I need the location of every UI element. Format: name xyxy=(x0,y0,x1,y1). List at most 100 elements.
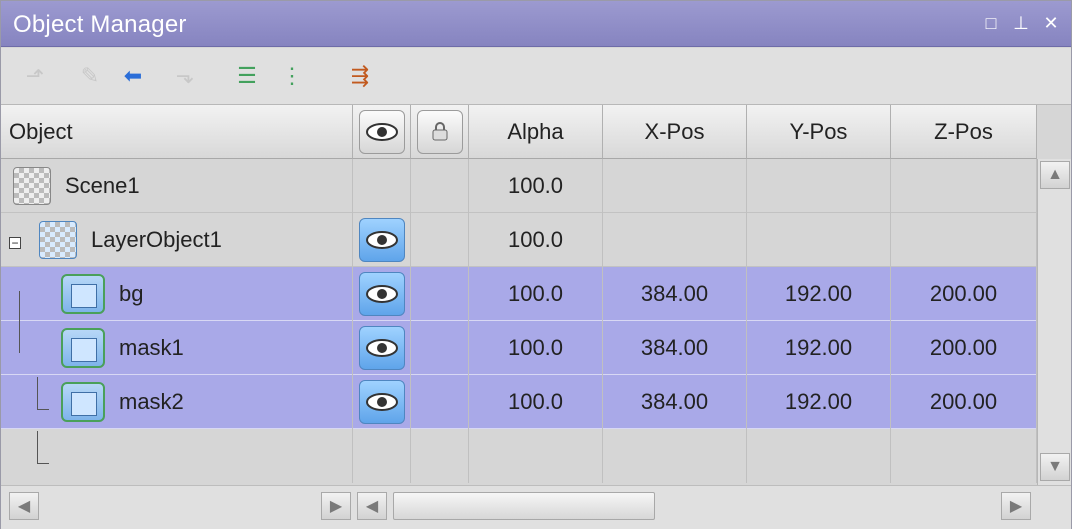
column-header-alpha-label: Alpha xyxy=(507,118,564,144)
ypos-cell[interactable] xyxy=(747,213,891,267)
visible-cell[interactable] xyxy=(353,159,411,213)
lock-cell[interactable] xyxy=(411,159,469,213)
alpha-cell[interactable]: 100.0 xyxy=(469,267,603,321)
scene-icon xyxy=(13,167,51,205)
eye-icon xyxy=(358,109,405,154)
zpos-cell[interactable] xyxy=(891,159,1037,213)
eye-icon xyxy=(358,380,405,424)
column-header-ypos-label: Y-Pos xyxy=(789,118,848,144)
lock-cell[interactable] xyxy=(411,321,469,375)
object-table: Object Alpha X-Pos Y-Pos Z-Pos Scene1 10… xyxy=(1,105,1037,485)
tree-line xyxy=(37,431,38,463)
column-header-ypos[interactable]: Y-Pos xyxy=(747,105,891,159)
object-cell[interactable]: − LayerObject1 xyxy=(1,213,353,267)
table-row[interactable]: bg 100.0 384.00 192.00 200.00 xyxy=(1,267,1037,321)
collapse-toggle[interactable]: − xyxy=(9,237,21,249)
alpha-cell[interactable]: 100.0 xyxy=(469,213,603,267)
object-name: bg xyxy=(119,281,144,306)
xpos-cell[interactable]: 384.00 xyxy=(603,267,747,321)
edit-button[interactable]: ✎ xyxy=(76,62,104,90)
column-header-zpos[interactable]: Z-Pos xyxy=(891,105,1037,159)
table-row[interactable]: Scene1 100.0 xyxy=(1,159,1037,213)
column-header-visible[interactable] xyxy=(353,105,411,159)
zpos-cell[interactable] xyxy=(891,213,1037,267)
object-name: mask2 xyxy=(119,389,184,414)
close-button[interactable]: ✕ xyxy=(1041,13,1061,33)
visible-cell[interactable] xyxy=(353,375,411,429)
horizontal-scrollbar[interactable]: ◀ ▶ ◀ ▶ xyxy=(1,485,1071,529)
object-cell[interactable]: mask2 xyxy=(1,375,353,429)
empty-cell xyxy=(891,429,1037,483)
scroll-down-button[interactable]: ▼ xyxy=(1040,453,1070,481)
object-cell[interactable]: mask1 xyxy=(1,321,353,375)
table-row[interactable] xyxy=(1,429,1037,485)
object-name: Scene1 xyxy=(65,173,140,198)
list-button[interactable]: ⋮ xyxy=(278,62,306,90)
move-up-button[interactable]: ⬏ xyxy=(21,62,49,90)
list-icon: ⋮ xyxy=(281,63,303,88)
visible-cell[interactable] xyxy=(353,213,411,267)
right-pane-scroll-right-button[interactable]: ▶ xyxy=(1001,492,1031,520)
left-pane-scroll-right-button[interactable]: ▶ xyxy=(321,492,351,520)
pin-button[interactable]: ⊥ xyxy=(1011,13,1031,33)
lock-cell[interactable] xyxy=(411,375,469,429)
empty-cell xyxy=(469,429,603,483)
right-pane-scroll-left-button[interactable]: ◀ xyxy=(357,492,387,520)
alpha-cell[interactable]: 100.0 xyxy=(469,321,603,375)
lock-cell[interactable] xyxy=(411,213,469,267)
close-icon: ✕ xyxy=(1043,12,1059,33)
eye-icon xyxy=(358,218,405,262)
alpha-cell[interactable]: 100.0 xyxy=(469,375,603,429)
merge-icon: ⇶ xyxy=(350,63,370,88)
xpos-cell[interactable] xyxy=(603,213,747,267)
xpos-cell[interactable] xyxy=(603,159,747,213)
object-icon xyxy=(61,274,105,314)
tree-button[interactable]: ☰ xyxy=(233,62,261,90)
column-header-xpos[interactable]: X-Pos xyxy=(603,105,747,159)
object-name: LayerObject1 xyxy=(91,227,222,252)
right-arrow-icon: ▶ xyxy=(329,498,343,515)
table-row[interactable]: − LayerObject1 100.0 xyxy=(1,213,1037,267)
empty-cell xyxy=(747,429,891,483)
left-pane-scroll-left-button[interactable]: ◀ xyxy=(9,492,39,520)
xpos-cell[interactable]: 384.00 xyxy=(603,321,747,375)
alpha-cell[interactable]: 100.0 xyxy=(469,159,603,213)
back-button[interactable]: ⬅ xyxy=(119,62,147,90)
tree-line xyxy=(19,291,20,353)
merge-button[interactable]: ⇶ xyxy=(346,62,374,90)
move-down-button[interactable]: ⬎ xyxy=(171,62,199,90)
lock-icon xyxy=(416,109,463,154)
ypos-cell[interactable] xyxy=(747,159,891,213)
zpos-cell[interactable]: 200.00 xyxy=(891,267,1037,321)
edit-icon: ✎ xyxy=(80,63,100,88)
table-row[interactable]: mask2 100.0 384.00 192.00 200.00 xyxy=(1,375,1037,429)
scroll-up-button[interactable]: ▲ xyxy=(1040,161,1070,189)
ypos-cell[interactable]: 192.00 xyxy=(747,321,891,375)
table-row[interactable]: mask1 100.0 384.00 192.00 200.00 xyxy=(1,321,1037,375)
vertical-scrollbar[interactable]: ▲ ▼ xyxy=(1037,159,1071,485)
column-header-xpos-label: X-Pos xyxy=(644,118,705,144)
visible-cell[interactable] xyxy=(353,321,411,375)
ypos-cell[interactable]: 192.00 xyxy=(747,375,891,429)
zpos-cell[interactable]: 200.00 xyxy=(891,375,1037,429)
zpos-cell[interactable]: 200.00 xyxy=(891,321,1037,375)
tree-line xyxy=(37,409,49,410)
column-header-alpha[interactable]: Alpha xyxy=(469,105,603,159)
ypos-cell[interactable]: 192.00 xyxy=(747,267,891,321)
xpos-cell[interactable]: 384.00 xyxy=(603,375,747,429)
object-cell[interactable]: bg xyxy=(1,267,353,321)
down-arrow-icon: ▼ xyxy=(1047,458,1063,475)
lock-cell[interactable] xyxy=(411,267,469,321)
horizontal-scroll-thumb[interactable] xyxy=(393,492,655,520)
column-header-lock[interactable] xyxy=(411,105,469,159)
column-header-object[interactable]: Object xyxy=(1,105,353,159)
eye-icon xyxy=(358,326,405,370)
move-up-icon: ⬏ xyxy=(25,63,45,88)
maximize-button[interactable]: □ xyxy=(981,13,1001,33)
object-manager-panel: Object Manager □ ⊥ ✕ ⬏ ✎ ⬅ ⬎ ☰ ⋮ ⇶ Objec… xyxy=(0,0,1072,529)
object-name: mask1 xyxy=(119,335,184,360)
object-cell[interactable]: Scene1 xyxy=(1,159,353,213)
column-header-zpos-label: Z-Pos xyxy=(934,118,993,144)
empty-cell xyxy=(1,429,353,483)
visible-cell[interactable] xyxy=(353,267,411,321)
